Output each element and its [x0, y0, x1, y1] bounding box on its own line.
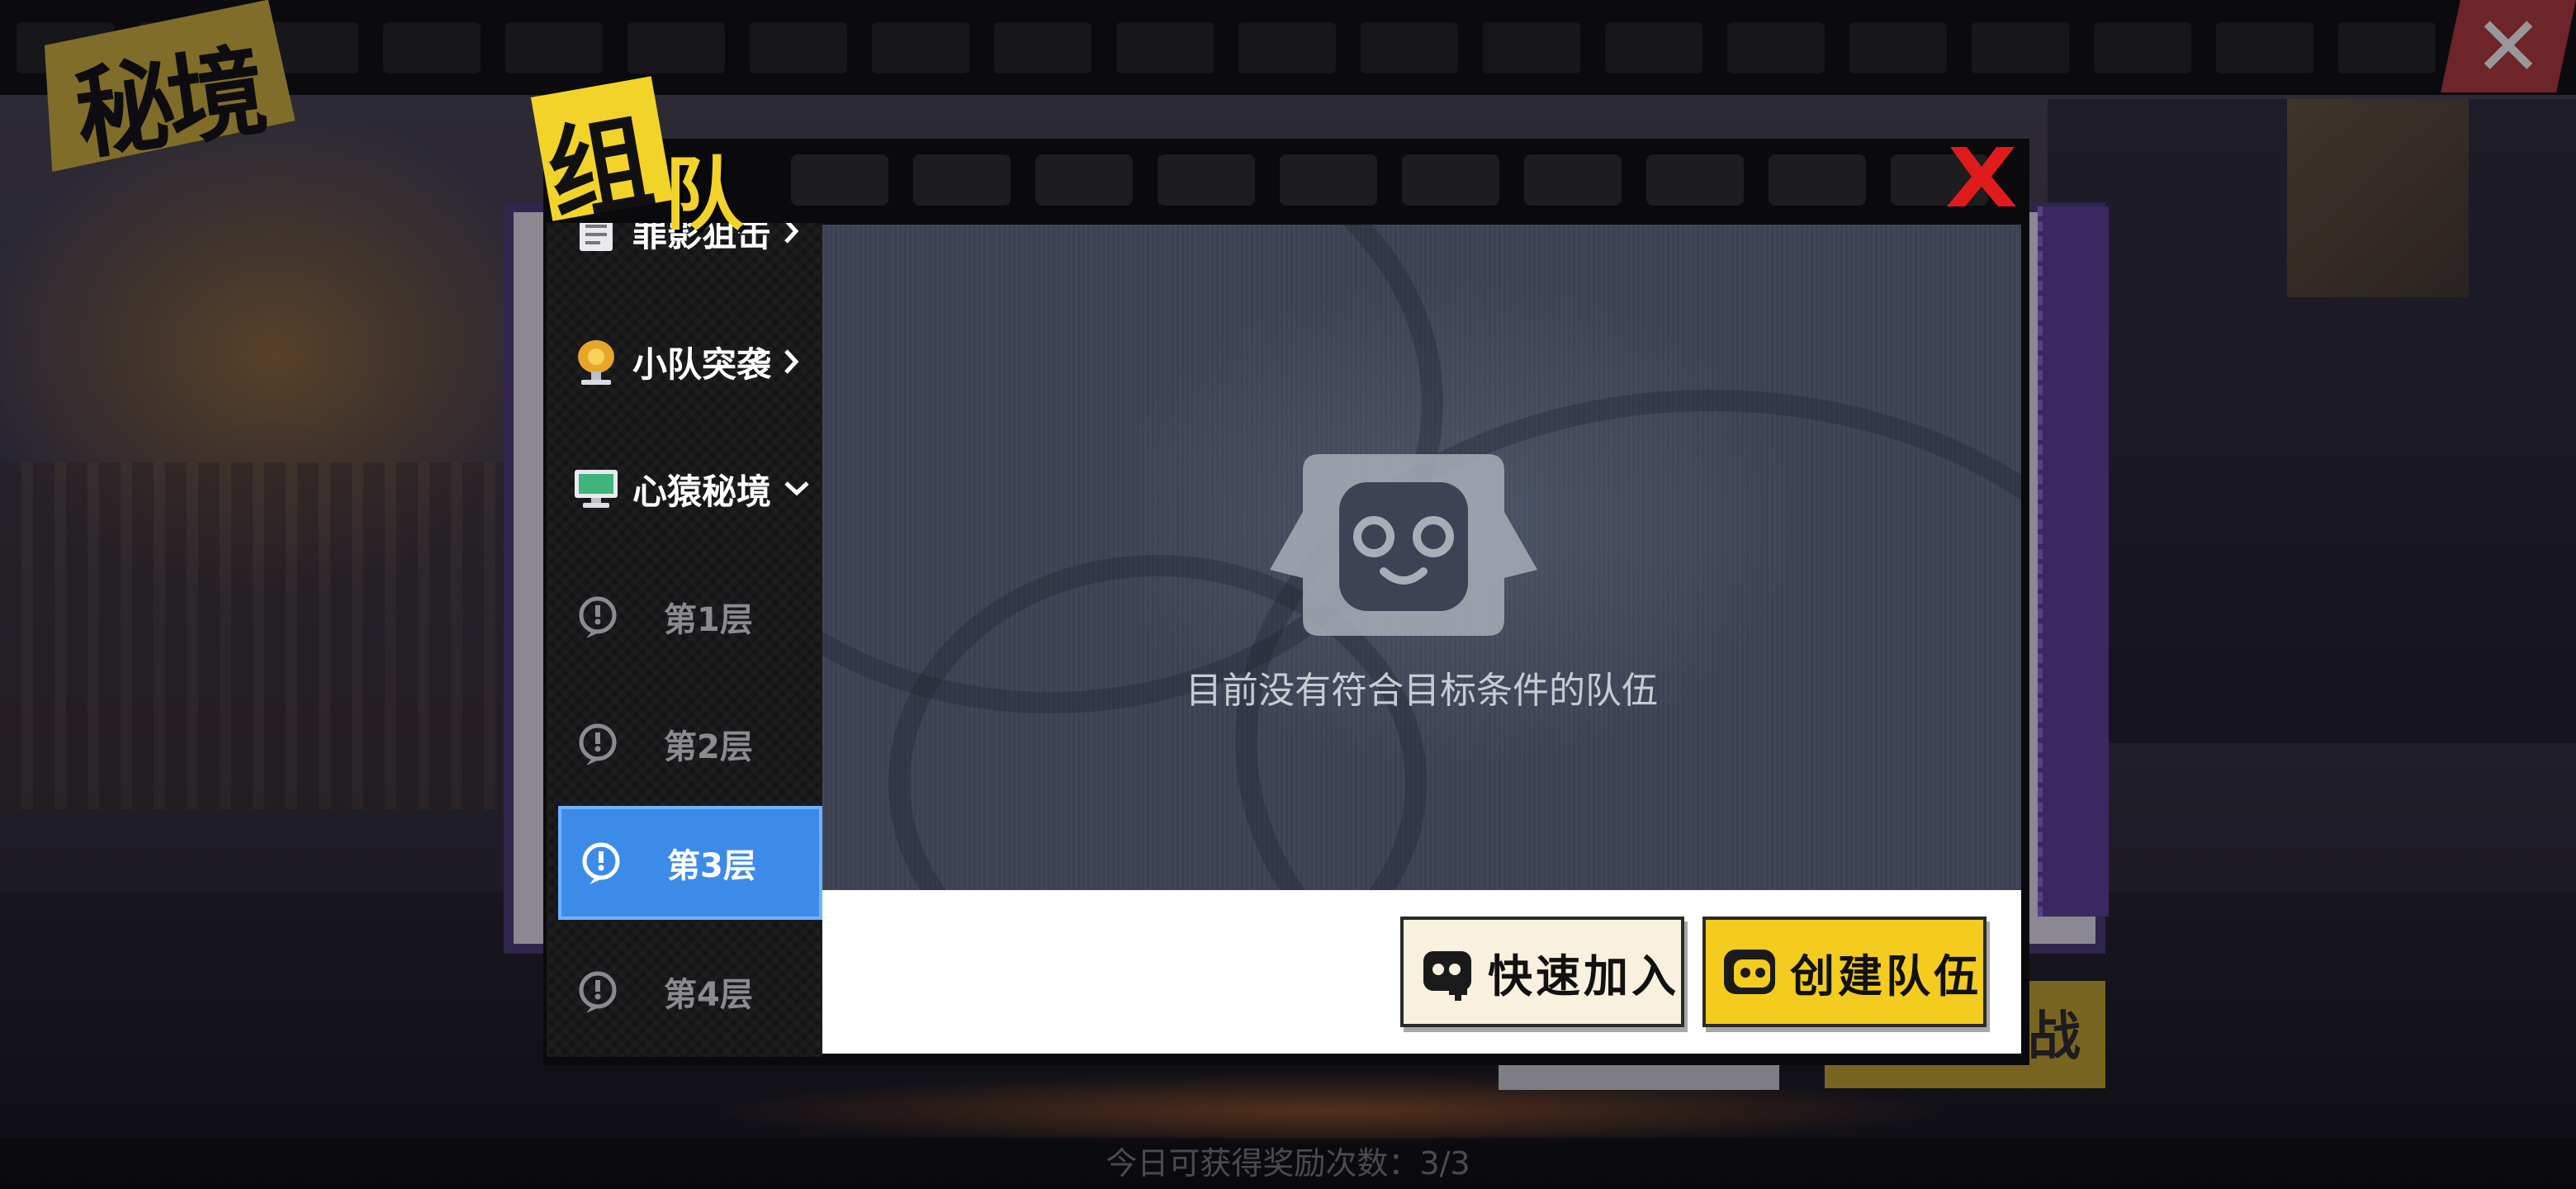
- film-hole: [1280, 154, 1377, 206]
- chevron-right-icon: [784, 349, 799, 374]
- alert-bubble-icon: [579, 971, 617, 1013]
- sidebar-item-label: 小队突袭: [632, 343, 772, 385]
- floor-item-2[interactable]: 第2层: [558, 687, 822, 801]
- dialog-title: 组 队: [530, 76, 755, 241]
- create-team-label: 创建队伍: [1790, 950, 1982, 1002]
- dialog-title-char-2: 队: [665, 149, 744, 241]
- sidebar-item-mind-ape-realm[interactable]: 心猿秘境: [547, 431, 822, 547]
- floor-label: 第1层: [664, 601, 753, 639]
- team-category-sidebar[interactable]: 罪影狙击 小队突袭 心猿秘境 第1层 第2层 第3层 第4层: [547, 223, 822, 1057]
- quick-join-icon: [1423, 951, 1471, 1001]
- empty-team-message: 目前没有符合目标条件的队伍: [1186, 670, 1658, 712]
- monkey-face-icon: [1270, 454, 1537, 636]
- quick-join-label: 快速加入: [1488, 950, 1679, 1002]
- floor-label: 第3层: [667, 847, 756, 885]
- monitor-icon: [571, 464, 621, 514]
- create-team-icon: [1724, 950, 1775, 994]
- dialog-close-button[interactable]: [1942, 142, 2021, 211]
- create-team-button[interactable]: 创建队伍: [1702, 917, 1986, 1027]
- chevron-down-icon: [784, 481, 809, 496]
- floor-item-1[interactable]: 第1层: [558, 560, 822, 674]
- film-hole: [1769, 154, 1866, 206]
- film-hole: [913, 154, 1011, 206]
- film-hole: [1524, 154, 1622, 206]
- chevron-right-icon: [784, 223, 799, 244]
- film-hole: [791, 154, 888, 206]
- film-hole: [1158, 154, 1255, 206]
- floor-label: 第4层: [664, 976, 753, 1014]
- gold-badge-icon: [571, 337, 621, 386]
- floor-item-3[interactable]: 第3层: [558, 806, 822, 920]
- alert-bubble-icon: [579, 723, 617, 765]
- sidebar-item-squad-raid[interactable]: 小队突袭: [547, 304, 822, 419]
- film-hole: [1646, 154, 1744, 206]
- dialog-film-strip: [543, 139, 2029, 221]
- alert-bubble-icon: [579, 596, 617, 638]
- floor-item-4[interactable]: 第4层: [558, 935, 822, 1049]
- dialog-footer: 快速加入 创建队伍: [822, 890, 2021, 1054]
- sidebar-item-label: 心猿秘境: [632, 471, 772, 512]
- quick-join-button[interactable]: 快速加入: [1400, 917, 1684, 1027]
- film-hole: [1035, 154, 1133, 206]
- film-hole: [1402, 154, 1499, 206]
- alert-bubble-icon: [582, 842, 620, 884]
- floor-label: 第2层: [664, 728, 753, 766]
